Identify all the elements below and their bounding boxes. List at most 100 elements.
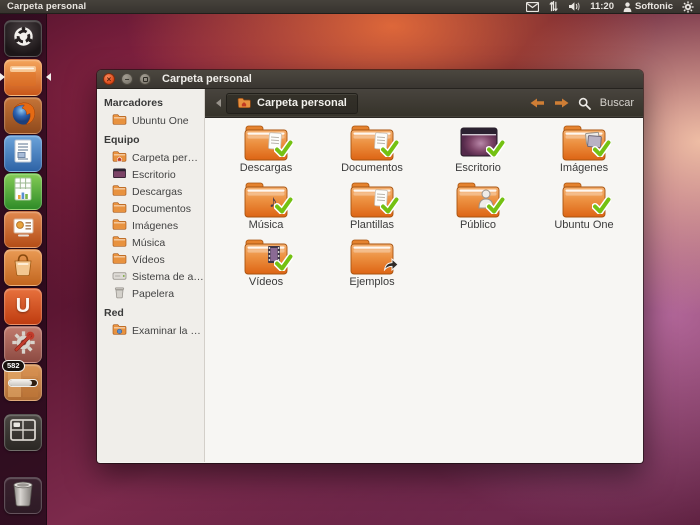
launcher-item-libreoffice-writer[interactable]	[4, 135, 42, 172]
file-label: Público	[460, 219, 496, 231]
sidebar-item-label: Ubuntu One	[132, 115, 189, 127]
username: Softonic	[635, 1, 673, 12]
file-label: Vídeos	[249, 276, 283, 288]
synced-check-emblem-icon	[380, 197, 399, 219]
home-folder-icon	[237, 97, 251, 109]
workspace-switcher-icon	[10, 419, 36, 446]
synced-check-emblem-icon	[592, 140, 611, 162]
maximize-button[interactable]	[139, 73, 151, 85]
file-descargas[interactable]: Descargas	[213, 124, 319, 181]
folder-icon	[112, 218, 127, 234]
launcher-item-libreoffice-impress[interactable]	[4, 211, 42, 248]
running-indicator-icon	[0, 73, 9, 81]
file-p-blico[interactable]: Público	[425, 181, 531, 238]
file-manager-window: × − Carpeta personal Marcadores Ubuntu On…	[97, 70, 643, 463]
folder-icon	[112, 201, 127, 217]
sidebar-section-header: Marcadores	[97, 92, 204, 112]
focused-indicator-icon	[42, 73, 51, 81]
sidebar-item-label: Escritorio	[132, 169, 176, 181]
file-ubuntu-one[interactable]: Ubuntu One	[531, 181, 637, 238]
system-settings-icon	[10, 329, 37, 361]
sidebar-item-examinar-la[interactable]: Examinar la …	[97, 322, 204, 339]
scroll-left-icon[interactable]	[212, 99, 221, 107]
launcher-item-libreoffice-calc[interactable]	[4, 173, 42, 210]
synced-check-emblem-icon	[486, 197, 505, 219]
file-v-deos[interactable]: Vídeos	[213, 238, 319, 295]
launcher-item-dash-home[interactable]	[4, 20, 42, 57]
launcher-item-software-center[interactable]	[4, 249, 42, 286]
sidebar-item-label: Imágenes	[132, 220, 178, 232]
folder-icon	[243, 124, 289, 162]
window-title: Carpeta personal	[162, 73, 252, 85]
folder-icon	[561, 124, 607, 162]
synced-check-emblem-icon	[486, 140, 505, 162]
network-arrows-icon[interactable]	[548, 1, 559, 12]
mail-icon[interactable]	[526, 2, 539, 12]
minimize-button[interactable]: −	[121, 73, 133, 85]
folder-icon	[349, 124, 395, 162]
launcher-item-system-settings[interactable]	[4, 326, 42, 363]
network-icon	[112, 323, 127, 339]
file-grid: Descargas Documentos Escritorio Imágenes…	[205, 118, 643, 462]
update-progress-bar	[8, 379, 38, 387]
home-icon	[112, 150, 127, 166]
files-icon	[8, 62, 38, 93]
sidebar-item-im-genes[interactable]: Imágenes	[97, 217, 204, 234]
session-gear-icon[interactable]	[682, 1, 694, 13]
sidebar-item-descargas[interactable]: Descargas	[97, 183, 204, 200]
search-label[interactable]: Buscar	[600, 97, 634, 109]
file-im-genes[interactable]: Imágenes	[531, 124, 637, 181]
synced-check-emblem-icon	[274, 140, 293, 162]
session-user[interactable]: Softonic	[623, 1, 673, 12]
forward-arrow-icon[interactable]	[554, 98, 569, 108]
places-sidebar: Marcadores Ubuntu One Equipo Carpeta per… Es…	[97, 89, 205, 462]
sidebar-section-header: Equipo	[97, 129, 204, 149]
trash-icon	[10, 479, 36, 512]
back-arrow-icon[interactable]	[530, 98, 545, 108]
folder-icon	[243, 238, 289, 276]
top-panel: Carpeta personal 11:20 Softonic	[0, 0, 700, 14]
launcher-item-files[interactable]	[4, 59, 42, 96]
search-icon[interactable]	[578, 97, 591, 110]
synced-check-emblem-icon	[380, 140, 399, 162]
window-titlebar[interactable]: × − Carpeta personal	[97, 70, 643, 89]
file-m-sica[interactable]: ♪ Música	[213, 181, 319, 238]
ubuntu-one-icon: U	[16, 295, 30, 318]
sidebar-item-ubuntu-one[interactable]: Ubuntu One	[97, 112, 204, 129]
libreoffice-calc-icon	[11, 176, 35, 207]
sidebar-item-label: Documentos	[132, 203, 191, 215]
folder-icon	[349, 181, 395, 219]
launcher-item-firefox[interactable]	[4, 97, 42, 134]
folder-icon	[112, 113, 127, 129]
unity-launcher: U 582	[0, 14, 47, 525]
file-ejemplos[interactable]: Ejemplos	[319, 238, 425, 295]
sidebar-item-m-sica[interactable]: Música	[97, 234, 204, 251]
sidebar-item-label: Carpeta per…	[132, 152, 198, 164]
launcher-item-trash[interactable]	[4, 477, 42, 514]
folder-icon	[455, 181, 501, 219]
sidebar-item-sistema-de-a[interactable]: Sistema de a…	[97, 268, 204, 285]
folder-icon: ♪	[243, 181, 289, 219]
breadcrumb-label: Carpeta personal	[257, 97, 347, 109]
breadcrumb[interactable]: Carpeta personal	[226, 93, 358, 114]
sidebar-item-papelera[interactable]: Papelera	[97, 285, 204, 302]
desktop-icon	[112, 167, 127, 183]
sidebar-item-v-deos[interactable]: Vídeos	[97, 251, 204, 268]
launcher-item-update-manager[interactable]: 582	[4, 364, 42, 401]
volume-icon[interactable]	[568, 1, 581, 12]
synced-check-emblem-icon	[274, 197, 293, 219]
sidebar-item-escritorio[interactable]: Escritorio	[97, 166, 204, 183]
sidebar-item-carpeta-per[interactable]: Carpeta per…	[97, 149, 204, 166]
close-button[interactable]: ×	[103, 73, 115, 85]
launcher-item-workspace-switcher[interactable]	[4, 414, 42, 451]
user-icon	[623, 2, 632, 12]
folder-icon	[112, 184, 127, 200]
launcher-item-ubuntu-one[interactable]: U	[4, 288, 42, 325]
file-escritorio[interactable]: Escritorio	[425, 124, 531, 181]
folder-icon	[112, 235, 127, 251]
sidebar-item-label: Sistema de a…	[132, 271, 204, 283]
file-documentos[interactable]: Documentos	[319, 124, 425, 181]
file-plantillas[interactable]: Plantillas	[319, 181, 425, 238]
sidebar-item-documentos[interactable]: Documentos	[97, 200, 204, 217]
clock[interactable]: 11:20	[590, 1, 614, 12]
